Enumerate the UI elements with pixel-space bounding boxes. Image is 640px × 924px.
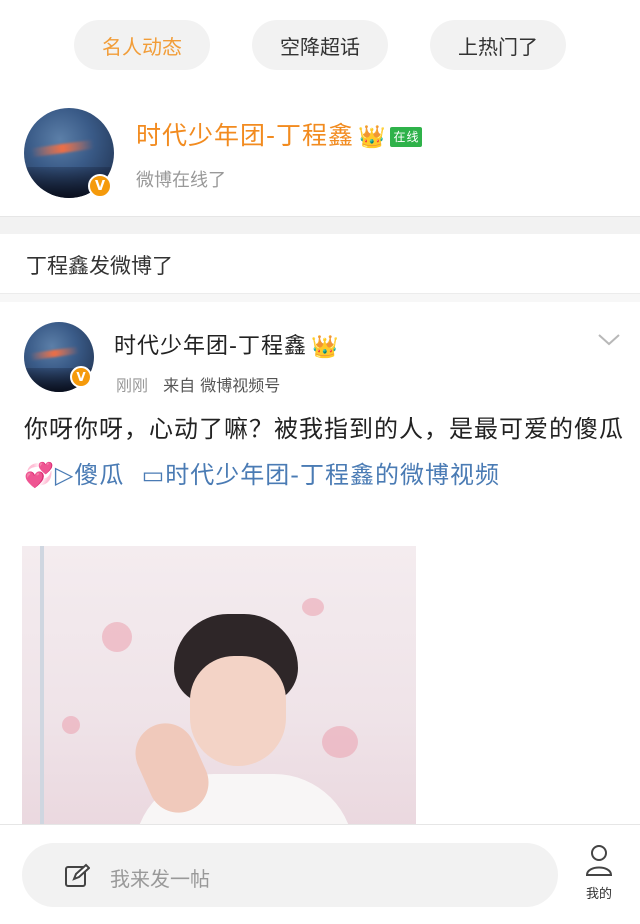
section-header: 丁程鑫发微博了 [0,234,640,294]
compose-placeholder: 我来发一帖 [110,867,210,891]
post-text: 你呀你呀，心动了嘛？被我指到的人，是最可爱的傻瓜 💞▷傻瓜 ▭时代少年团-丁程鑫的… [24,406,624,498]
heart-emoji: 💞 [24,461,55,489]
tab-trending[interactable]: 上热门了 [430,20,566,70]
tab-celebrity-news[interactable]: 名人动态 [74,20,210,70]
compose-input[interactable]: 我来发一帖 [22,843,558,907]
me-button[interactable]: 我的 [574,843,624,907]
top-tabs: 名人动态 空降超话 上热门了 [0,20,640,70]
tab-airdrop-topic[interactable]: 空降超话 [252,20,388,70]
user-icon [585,845,613,876]
profile-status: 微博在线了 [136,170,226,191]
post-author-name: 时代少年团-丁程鑫 [114,334,307,359]
post-verified-badge: V [70,366,92,388]
bottom-bar: 我来发一帖 我的 [0,824,640,924]
me-label: 我的 [585,887,612,902]
weibo-post: V 时代少年团-丁程鑫 👑 刚刚 来自 微博视频号 你呀你呀，心动了嘛？被我指到的… [0,302,640,836]
video-link[interactable]: ▭时代少年团-丁程鑫的微博视频 [142,461,500,489]
video-thumbnail[interactable] [22,546,416,836]
profile-card[interactable]: V 时代少年团-丁程鑫 👑 在线 微博在线了 [0,108,640,204]
edit-icon [65,863,90,887]
profile-name-text: 时代少年团-丁程鑫 [136,121,355,150]
topic-link[interactable]: ▷傻瓜 [55,461,124,489]
crown-icon: 👑 [310,334,340,360]
post-source-prefix: 来自 [163,376,196,395]
post-source[interactable]: 微博视频号 [200,376,280,395]
profile-name[interactable]: 时代少年团-丁程鑫 👑 在线 [136,116,423,152]
post-author[interactable]: 时代少年团-丁程鑫 👑 [114,328,339,360]
post-meta: 刚刚 来自 微博视频号 [116,372,280,396]
verified-badge: V [88,174,112,198]
post-time: 刚刚 [116,376,149,395]
section-divider [0,216,640,234]
section-title: 丁程鑫发微博了 [26,254,173,278]
post-body: 你呀你呀，心动了嘛？被我指到的人，是最可爱的傻瓜 [24,415,624,443]
section-divider-2 [0,294,640,302]
crown-icon: 👑 [358,124,387,150]
chevron-down-icon[interactable] [596,326,622,352]
online-badge: 在线 [390,127,423,147]
